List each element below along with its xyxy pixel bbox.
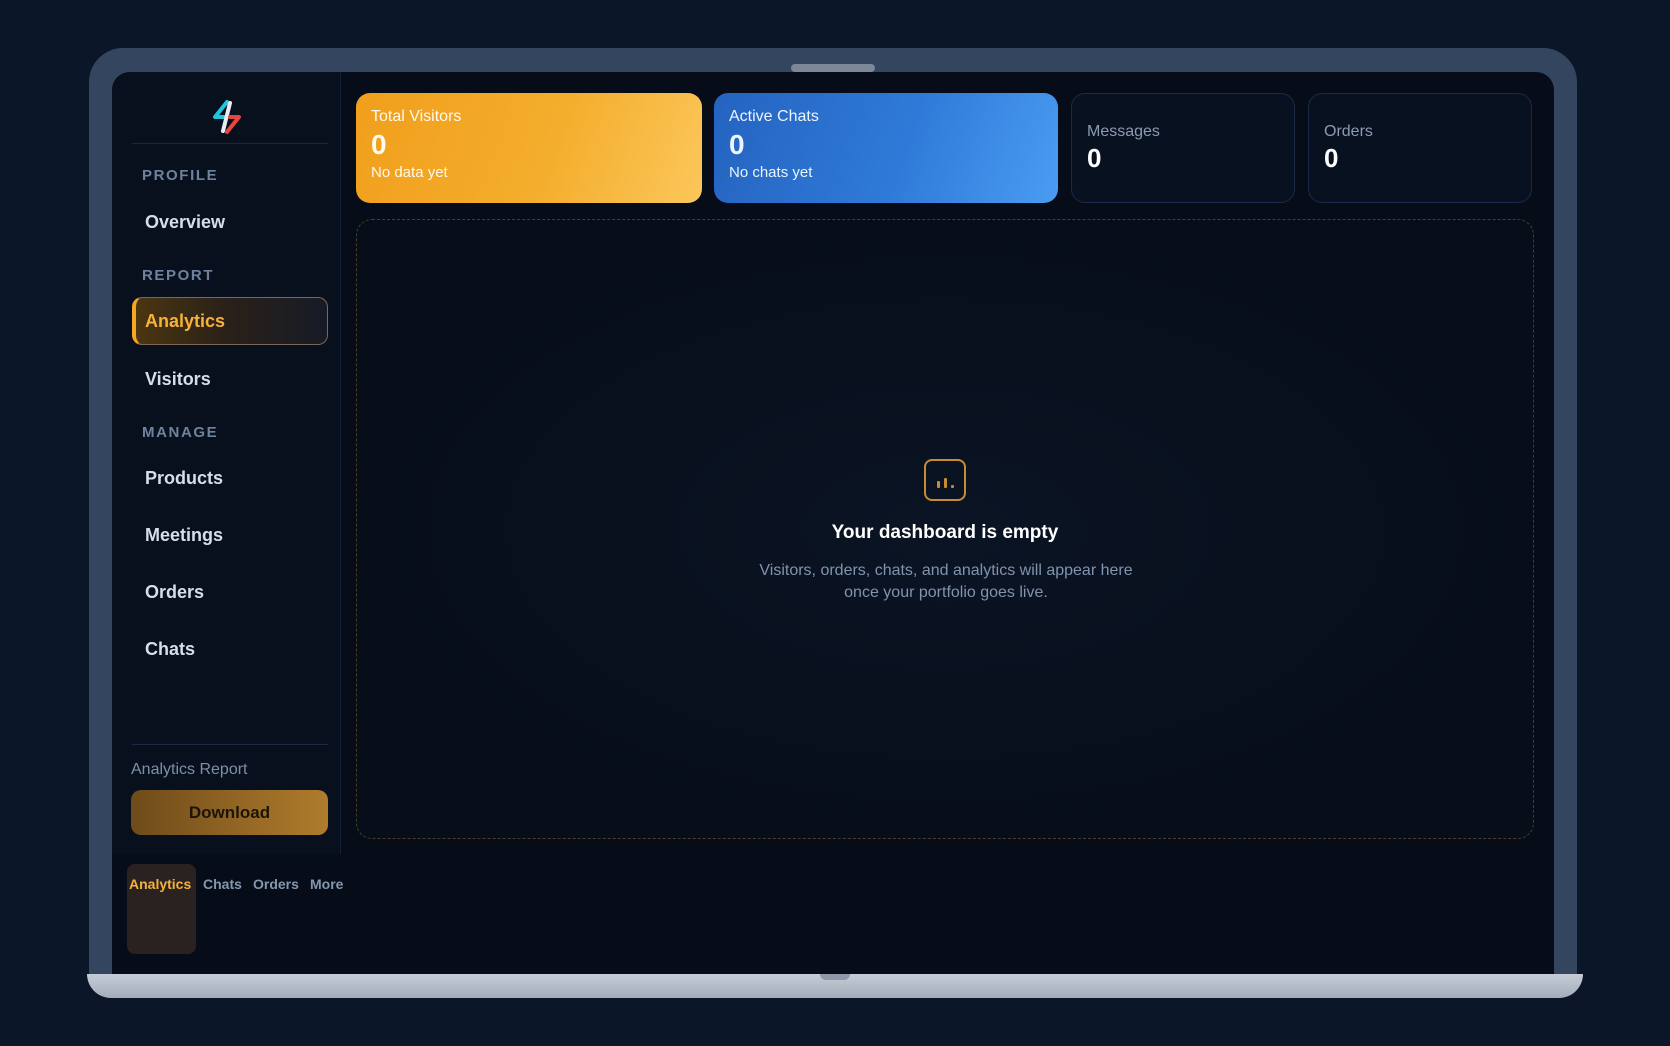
stat-card-active-chats[interactable]: Active Chats 0 No chats yet (714, 93, 1058, 203)
sidebar-divider-bottom (132, 744, 328, 745)
sidebar-item-overview[interactable]: Overview (132, 198, 328, 246)
bar-chart-icon (924, 459, 966, 501)
stat-value: 0 (1087, 143, 1102, 173)
laptop-base-notch (820, 974, 850, 980)
sidebar-item-orders[interactable]: Orders (132, 568, 328, 616)
bottom-tab-bar: Analytics Chats Orders More (112, 854, 352, 974)
screen: PROFILE Overview REPORT Analytics Visito… (112, 72, 1554, 974)
tab-chats[interactable]: Chats (203, 876, 242, 892)
empty-state-description: Visitors, orders, chats, and analytics w… (759, 562, 1133, 601)
stat-card-messages[interactable]: Messages 0 (1071, 93, 1295, 203)
stat-subtext: No data yet (371, 164, 448, 181)
section-label-profile: PROFILE (142, 167, 219, 184)
stat-card-orders[interactable]: Orders 0 (1308, 93, 1532, 203)
stat-label: Orders (1324, 123, 1373, 140)
brand-logo-icon[interactable] (212, 100, 242, 134)
stat-card-total-visitors[interactable]: Total Visitors 0 No data yet (356, 93, 702, 203)
sidebar-item-meetings[interactable]: Meetings (132, 511, 328, 559)
empty-dashboard-panel: Your dashboard is empty Visitors, orders… (356, 219, 1534, 839)
tab-analytics[interactable]: Analytics (129, 876, 191, 892)
laptop-base (87, 974, 1583, 998)
stat-label: Active Chats (729, 108, 819, 125)
stat-value: 0 (1324, 143, 1339, 173)
sidebar-item-visitors[interactable]: Visitors (132, 355, 328, 403)
sidebar-item-products[interactable]: Products (132, 454, 328, 502)
tab-more[interactable]: More (310, 876, 343, 892)
sidebar-item-chats[interactable]: Chats (132, 625, 328, 673)
tab-orders[interactable]: Orders (253, 876, 299, 892)
section-label-manage: MANAGE (142, 424, 219, 441)
download-button[interactable]: Download (131, 790, 328, 835)
sidebar: PROFILE Overview REPORT Analytics Visito… (112, 72, 341, 854)
analytics-report-label: Analytics Report (131, 761, 248, 778)
section-label-report: REPORT (142, 267, 215, 284)
sidebar-divider (132, 143, 328, 144)
camera-notch (791, 64, 875, 72)
stat-subtext: No chats yet (729, 164, 813, 181)
sidebar-item-analytics[interactable]: Analytics (132, 297, 328, 345)
stat-value: 0 (729, 129, 745, 160)
stat-value: 0 (371, 129, 387, 160)
empty-state-title: Your dashboard is empty (831, 522, 1059, 543)
stat-label: Total Visitors (371, 108, 462, 125)
stat-label: Messages (1087, 123, 1160, 140)
